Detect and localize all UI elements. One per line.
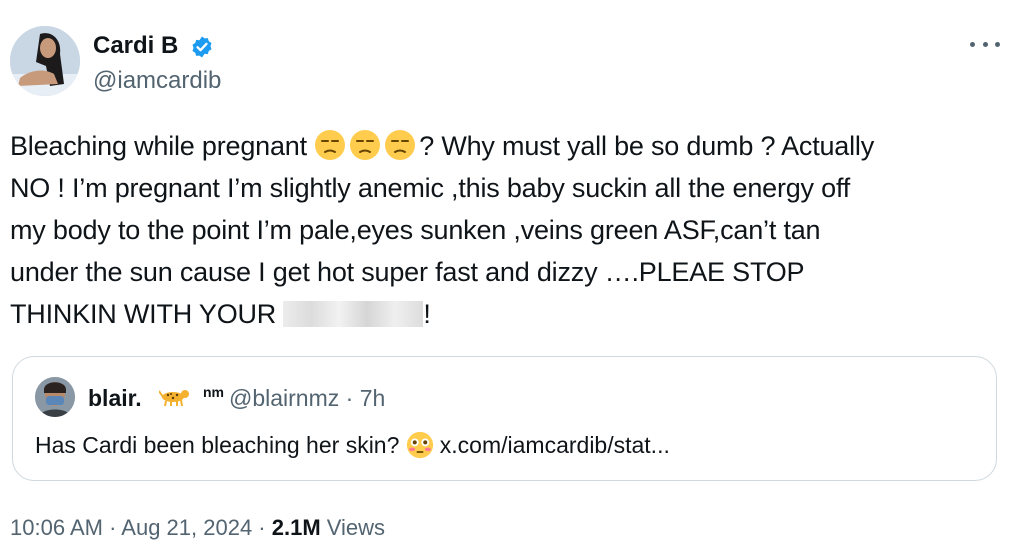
author-name[interactable]: Cardi B xyxy=(93,32,178,60)
tweet-meta: 10:06 AM · Aug 21, 2024 · 2.1M Views xyxy=(10,515,385,541)
views-label: Views xyxy=(320,515,386,540)
tweet-line-1-start: Bleaching while pregnant xyxy=(10,131,315,161)
quote-name-suffix: nm xyxy=(203,384,224,400)
more-icon[interactable] xyxy=(970,34,1000,54)
tweet-line-1: Bleaching while pregnant ? Why must yall… xyxy=(10,125,1015,167)
tweet-line-2: NO ! I’m pregnant I’m slightly anemic ,t… xyxy=(10,173,851,203)
tweet-line-1-end: ? Why must yall be so dumb ? Actually xyxy=(419,131,875,161)
tweet-line-5-end: ! xyxy=(423,299,431,329)
quote-text-start: Has Cardi been bleaching her skin? xyxy=(35,432,406,458)
unamused-face-icon xyxy=(350,130,381,160)
author-handle[interactable]: @iamcardib xyxy=(93,67,221,95)
tweet-line-5-start: THINKIN WITH YOUR xyxy=(10,299,284,329)
tweet-line-5: THINKIN WITH YOUR ! xyxy=(10,293,1015,335)
leopard-icon xyxy=(159,390,189,407)
tweet-line-3: my body to the point I’m pale,eyes sunke… xyxy=(10,215,821,245)
author-avatar[interactable] xyxy=(10,26,80,96)
unamused-face-icon xyxy=(315,130,346,160)
quoted-tweet[interactable]: blair. nm @blairnmz · 7h Has Cardi been … xyxy=(12,356,997,481)
views-count: 2.1M xyxy=(271,515,321,540)
tweet-timestamp[interactable]: 10:06 AM · Aug 21, 2024 · xyxy=(10,515,272,540)
flushed-face-icon xyxy=(406,431,433,459)
tweet-text: Bleaching while pregnant ? Why must yall… xyxy=(10,125,1015,335)
redacted-word xyxy=(283,301,424,327)
tweet-line-4: under the sun cause I get hot super fast… xyxy=(10,257,805,287)
unamused-face-icon xyxy=(385,130,416,160)
verified-badge-icon xyxy=(192,36,212,58)
quote-link[interactable]: x.com/iamcardib/stat... xyxy=(440,432,670,458)
quote-avatar[interactable] xyxy=(35,377,75,417)
quote-handle-time[interactable]: @blairnmz · 7h xyxy=(229,385,385,412)
quote-author-name[interactable]: blair. xyxy=(88,385,142,412)
quote-text: Has Cardi been bleaching her skin? x.com… xyxy=(35,431,670,459)
